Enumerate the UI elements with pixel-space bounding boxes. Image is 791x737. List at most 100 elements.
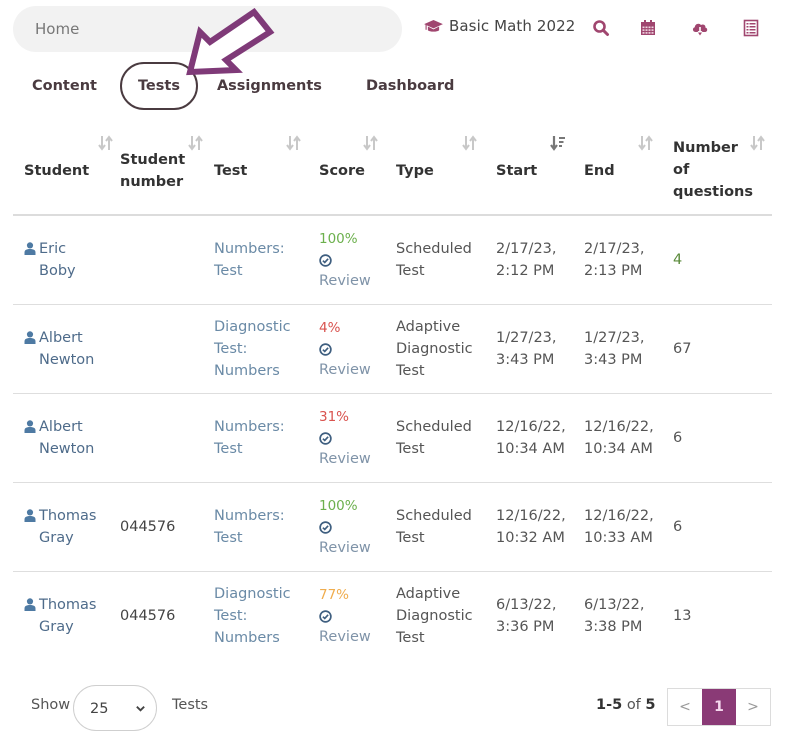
type-line: Scheduled: [396, 241, 472, 257]
sort-icon[interactable]: [363, 134, 379, 152]
student-last-name: Newton: [39, 441, 95, 457]
sort-icon[interactable]: [462, 134, 478, 152]
column-score[interactable]: Score: [319, 126, 391, 216]
sort-icon[interactable]: [750, 134, 766, 152]
student-number: [120, 216, 210, 304]
column-start[interactable]: Start: [496, 126, 582, 216]
tab-bar: Content Tests Assignments Dashboard: [14, 62, 472, 110]
tab-dashboard[interactable]: Dashboard: [348, 62, 472, 110]
page-1-button[interactable]: 1: [702, 689, 736, 725]
tab-content[interactable]: Content: [14, 62, 118, 110]
column-label: Start: [496, 163, 538, 179]
student-link[interactable]: Thomas Gray: [24, 572, 119, 660]
column-label: Test: [214, 163, 248, 179]
review-link[interactable]: Review: [319, 448, 391, 470]
questions-value: 6: [673, 430, 683, 446]
student-link[interactable]: Eric Boby: [24, 216, 119, 304]
student-link[interactable]: Thomas Gray: [24, 483, 119, 571]
test-link[interactable]: Numbers: Test: [214, 394, 314, 482]
type-line: Adaptive: [396, 586, 461, 602]
next-page-button[interactable]: >: [736, 689, 770, 725]
page-size-select[interactable]: 25: [73, 685, 157, 731]
test-name-line: Test:: [214, 341, 248, 357]
start-line: 3:36 PM: [496, 619, 555, 635]
test-link[interactable]: Numbers: Test: [214, 483, 314, 571]
table-row: Albert Newton Numbers: Test 31% Review Sc…: [13, 394, 772, 483]
check-circle-icon: [319, 521, 332, 534]
student-number: [120, 394, 210, 482]
score-cell: 100% Review: [319, 216, 391, 304]
column-label: Number: [673, 140, 738, 156]
prev-page-button[interactable]: <: [668, 689, 702, 725]
column-label: of: [673, 162, 690, 178]
score-cell: 77% Review: [319, 572, 391, 660]
search-icon[interactable]: [592, 19, 610, 37]
start-line: 12/16/22,: [496, 508, 566, 524]
sort-descending-icon[interactable]: [550, 134, 566, 152]
start-line: 2/17/23,: [496, 241, 557, 257]
column-number-of-questions[interactable]: Number of questions: [673, 126, 772, 216]
test-name-line: Numbers: [214, 630, 280, 646]
questions-value: 67: [673, 341, 692, 357]
cloud-download-icon[interactable]: [691, 19, 709, 37]
number-of-questions: 4: [673, 216, 733, 304]
column-student[interactable]: Student: [24, 126, 119, 216]
end-time: 12/16/22, 10:34 AM: [584, 394, 670, 482]
type-line: Adaptive: [396, 319, 461, 335]
sort-icon[interactable]: [286, 134, 302, 152]
score-value: 100%: [319, 231, 358, 247]
test-name-line: Test: [214, 530, 243, 546]
sort-icon[interactable]: [638, 134, 654, 152]
start-line: 10:34 AM: [496, 441, 565, 457]
student-first-name: Albert: [39, 419, 83, 435]
show-label: Show: [31, 697, 71, 713]
end-line: 3:43 PM: [584, 352, 643, 368]
column-type[interactable]: Type: [396, 126, 491, 216]
end-line: 12/16/22,: [584, 419, 654, 435]
home-search-input[interactable]: Home: [13, 6, 402, 52]
end-time: 12/16/22, 10:33 AM: [584, 483, 670, 571]
number-of-questions: 6: [673, 394, 733, 482]
review-link[interactable]: Review: [319, 270, 391, 292]
course-selector[interactable]: Basic Math 2022: [424, 17, 575, 35]
page-size-value: 25: [90, 701, 109, 717]
tab-tests[interactable]: Tests: [119, 62, 198, 110]
test-link[interactable]: Diagnostic Test: Numbers: [214, 572, 314, 660]
start-time: 12/16/22, 10:32 AM: [496, 483, 582, 571]
start-time: 1/27/23, 3:43 PM: [496, 305, 582, 393]
tab-assignments[interactable]: Assignments: [202, 62, 348, 110]
sort-icon[interactable]: [98, 134, 114, 152]
type-line: Test: [396, 530, 425, 546]
type-line: Diagnostic: [396, 608, 473, 624]
student-number-value: 044576: [120, 608, 176, 624]
calendar-icon[interactable]: [639, 19, 657, 37]
list-icon[interactable]: [742, 19, 760, 37]
column-end[interactable]: End: [584, 126, 670, 216]
test-type: Adaptive Diagnostic Test: [396, 305, 491, 393]
start-time: 12/16/22, 10:34 AM: [496, 394, 582, 482]
test-type: Scheduled Test: [396, 216, 491, 304]
end-time: 1/27/23, 3:43 PM: [584, 305, 670, 393]
review-link[interactable]: Review: [319, 626, 391, 648]
test-name-line: Numbers: [214, 363, 280, 379]
range-start-end: 1-5: [596, 697, 623, 713]
course-name: Basic Math 2022: [449, 17, 576, 35]
student-link[interactable]: Albert Newton: [24, 394, 119, 482]
column-test[interactable]: Test: [214, 126, 314, 216]
start-line: 2:12 PM: [496, 263, 555, 279]
student-link[interactable]: Albert Newton: [24, 305, 119, 393]
test-link[interactable]: Numbers: Test: [214, 216, 314, 304]
sort-icon[interactable]: [188, 134, 204, 152]
score-cell: 100% Review: [319, 483, 391, 571]
column-student-number[interactable]: Student number: [120, 126, 212, 216]
column-label: number: [120, 174, 184, 190]
end-line: 2/17/23,: [584, 241, 645, 257]
check-circle-icon: [319, 343, 332, 356]
review-link[interactable]: Review: [319, 537, 391, 559]
person-icon: [24, 598, 36, 611]
type-line: Test: [396, 630, 425, 646]
test-link[interactable]: Diagnostic Test: Numbers: [214, 305, 314, 393]
start-time: 2/17/23, 2:12 PM: [496, 216, 582, 304]
review-link[interactable]: Review: [319, 359, 391, 381]
test-name-line: Diagnostic: [214, 586, 291, 602]
